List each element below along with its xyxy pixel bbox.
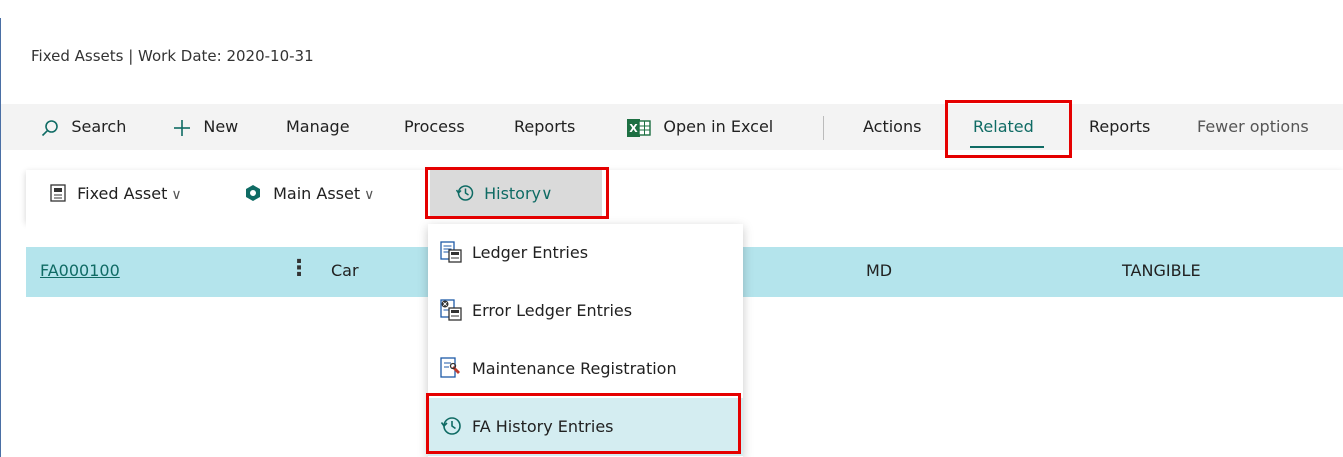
related-highlight-box (945, 100, 1072, 158)
menu-item-label: Error Ledger Entries (472, 301, 633, 320)
search-icon (41, 115, 65, 139)
chevron-down-icon: ∨ (171, 187, 182, 203)
main-asset-label: Main Asset (273, 184, 361, 203)
fixed-asset-icon (50, 184, 77, 203)
related-subbar: Fixed Asset ∨ Main Asset ∨ History∨ (26, 170, 1343, 222)
main-asset-icon (244, 184, 273, 203)
reports-tab[interactable]: Reports (1089, 112, 1150, 142)
actions-tab[interactable]: Actions (863, 112, 921, 142)
description-cell: Car (331, 261, 359, 280)
new-label: New (203, 117, 239, 136)
plus-icon (173, 115, 197, 139)
process-button[interactable]: Process (404, 112, 465, 142)
search-button[interactable]: Search (41, 112, 126, 142)
maintenance-registration-icon (440, 357, 462, 379)
fixed-asset-label: Fixed Asset (77, 184, 168, 203)
menu-item-label: Ledger Entries (472, 243, 589, 262)
page-title: Fixed Assets | Work Date: 2020-10-31 (31, 47, 314, 65)
search-label: Search (71, 117, 127, 136)
error-ledger-entries-icon (440, 299, 462, 321)
fixed-asset-menu-button[interactable]: Fixed Asset ∨ (50, 184, 182, 203)
fa-number-link[interactable]: FA000100 (40, 261, 120, 280)
reports-button[interactable]: Reports (514, 112, 575, 142)
menu-item-error-ledger-entries[interactable]: Error Ledger Entries (428, 282, 743, 340)
open-in-excel-label: Open in Excel (663, 117, 774, 136)
app-header: Fixed Assets | Work Date: 2020-10-31 (1, 18, 1343, 98)
manage-button[interactable]: Manage (286, 112, 350, 142)
cropped-heading (0, 0, 1343, 18)
excel-icon: X (627, 115, 657, 139)
open-in-excel-button[interactable]: X Open in Excel (627, 112, 773, 142)
menu-item-ledger-entries[interactable]: Ledger Entries (428, 224, 743, 282)
new-button[interactable]: New (173, 112, 238, 142)
fa-history-highlight-box (426, 393, 741, 454)
menu-item-maintenance-registration[interactable]: Maintenance Registration (428, 340, 743, 398)
svg-text:X: X (629, 122, 638, 135)
fewer-options-button[interactable]: Fewer options (1197, 112, 1309, 142)
fa-class-code-cell: TANGIBLE (1122, 261, 1201, 280)
row-menu-icon[interactable]: ⋮ (288, 256, 310, 281)
action-bar: Search New Manage Process Reports X Open… (1, 104, 1343, 150)
action-separator (823, 116, 824, 140)
menu-item-label: Maintenance Registration (472, 359, 677, 378)
ledger-entries-icon (440, 241, 462, 263)
responsible-employee-cell: MD (866, 261, 893, 280)
chevron-down-icon: ∨ (364, 187, 375, 203)
history-highlight-box (425, 167, 609, 219)
main-asset-menu-button[interactable]: Main Asset ∨ (244, 184, 374, 203)
